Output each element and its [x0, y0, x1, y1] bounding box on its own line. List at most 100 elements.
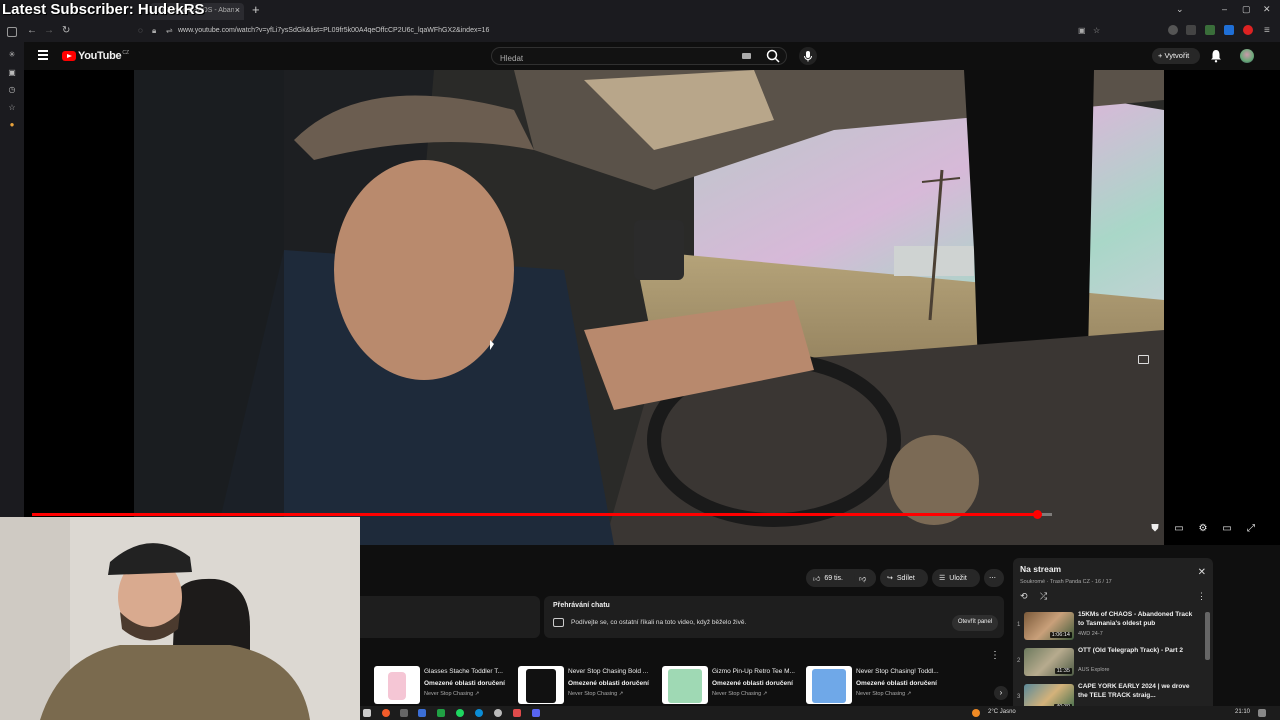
- microphone-icon[interactable]: [799, 47, 817, 65]
- maximize-icon[interactable]: ▢: [1242, 4, 1251, 15]
- more-actions-icon[interactable]: ⋯: [984, 569, 1004, 587]
- item-number: 3: [1017, 694, 1021, 700]
- merch-shipping: Omezené oblasti doručení: [712, 680, 793, 687]
- fullscreen-icon[interactable]: ⤢: [1244, 523, 1258, 537]
- chevron-down-icon[interactable]: ⌄: [1176, 4, 1184, 15]
- new-tab-icon[interactable]: +: [252, 2, 260, 17]
- item-thumbnail: 1:06:14: [1024, 612, 1074, 640]
- bookmark-star-icon[interactable]: ☆: [1093, 26, 1100, 35]
- reload-icon[interactable]: ↻: [62, 25, 70, 36]
- start-icon[interactable]: [363, 709, 371, 717]
- search-icon[interactable]: [765, 48, 781, 64]
- open-panel-button[interactable]: Otevřít panel: [952, 615, 998, 631]
- video-frame: [134, 70, 1164, 545]
- sponsorblock-icon[interactable]: ⛊: [1148, 523, 1162, 537]
- merch-image: [518, 666, 564, 704]
- chat-replay-description: Podívejte se, co ostatní říkali na toto …: [571, 619, 747, 626]
- webcam-image: [0, 517, 360, 720]
- miniplayer-icon[interactable]: [1138, 355, 1149, 364]
- merch-image: [374, 666, 420, 704]
- notification-icon[interactable]: [1258, 709, 1266, 717]
- youtube-logo[interactable]: YouTube CZ: [62, 50, 129, 62]
- progress-fill: [32, 513, 1037, 516]
- share-label: Sdílet: [896, 574, 915, 582]
- playlist-title: Na stream: [1020, 564, 1062, 574]
- app-taskbar-icon[interactable]: [513, 709, 521, 717]
- app-taskbar-icon[interactable]: [437, 709, 445, 717]
- settings-gear-icon[interactable]: ⚙: [1196, 523, 1210, 537]
- close-window-icon[interactable]: ✕: [1263, 4, 1271, 15]
- menu-icon[interactable]: [38, 50, 48, 60]
- discord-icon[interactable]: [532, 709, 540, 717]
- shuffle-icon[interactable]: ⤮: [1040, 591, 1047, 602]
- merch-item[interactable]: Gizmo Pin-Up Retro Tee M... Omezené obla…: [662, 666, 802, 706]
- country-code: CZ: [122, 50, 129, 56]
- extension-icon[interactable]: [1205, 25, 1215, 35]
- share-button[interactable]: ↪ Sdílet: [880, 569, 928, 587]
- notifications-bell-icon[interactable]: [1210, 49, 1222, 63]
- keyboard-icon[interactable]: [742, 53, 751, 59]
- merch-image: [662, 666, 708, 704]
- dislike-button[interactable]: 👎︎: [854, 569, 876, 587]
- create-button[interactable]: + Vytvořit: [1152, 48, 1200, 64]
- playlist-item[interactable]: 2 11:35 OTT (Old Telegraph Track) - Part…: [1013, 646, 1209, 680]
- item-title: 15KMs of CHAOS - Abandoned Track to Tasm…: [1078, 611, 1193, 627]
- loop-icon[interactable]: ⟲: [1020, 591, 1028, 602]
- sidebar-bookmarks-icon[interactable]: ☆: [7, 103, 17, 113]
- merch-next-icon[interactable]: ›: [994, 686, 1008, 700]
- site-settings-icon[interactable]: ⇌: [166, 26, 173, 35]
- playlist-more-icon[interactable]: ⋮: [1197, 591, 1206, 602]
- sidebar-app-icon[interactable]: ●: [7, 120, 17, 130]
- item-channel: AUS Explore: [1078, 667, 1110, 673]
- playlist-item[interactable]: 1 1:06:14 15KMs of CHAOS - Abandoned Tra…: [1013, 610, 1209, 644]
- url-text[interactable]: www.youtube.com/watch?v=yfLi7ysSdGk&list…: [178, 27, 489, 34]
- chat-replay-panel: Přehrávání chatu Podívejte se, co ostatn…: [544, 596, 1004, 638]
- theater-mode-icon[interactable]: ▭: [1220, 523, 1234, 537]
- extensions-puzzle-icon[interactable]: [1186, 25, 1196, 35]
- merch-shop: Never Stop Chasing ↗: [712, 691, 768, 697]
- translate-icon[interactable]: ▣: [1078, 26, 1086, 35]
- extension-icon[interactable]: [1224, 25, 1234, 35]
- back-icon[interactable]: ←: [27, 25, 37, 36]
- save-button[interactable]: ☰ Uložit: [932, 569, 980, 587]
- shield-icon[interactable]: ◌: [138, 26, 143, 35]
- merch-item[interactable]: Never Stop Chasing Bold ... Omezené obla…: [518, 666, 658, 706]
- item-channel: 4WD 24-7: [1078, 631, 1103, 637]
- app-taskbar-icon[interactable]: [494, 709, 502, 717]
- merch-title: Never Stop Chasing! Toddl...: [856, 668, 939, 675]
- tab-close-icon[interactable]: ×: [235, 5, 240, 15]
- app-taskbar-icon[interactable]: [400, 709, 408, 717]
- app-taskbar-icon[interactable]: [418, 709, 426, 717]
- app-taskbar-icon[interactable]: [475, 709, 483, 717]
- sidebar-wallet-icon[interactable]: ▣: [7, 68, 17, 78]
- mouse-cursor-icon: [490, 340, 494, 350]
- playlist-scrollbar[interactable]: [1205, 612, 1210, 660]
- webcam-overlay: [0, 517, 360, 720]
- weather-icon: [972, 709, 980, 717]
- video-player[interactable]: [24, 70, 1280, 545]
- close-icon[interactable]: ✕: [1198, 567, 1206, 578]
- browser-taskbar-icon[interactable]: [382, 709, 390, 717]
- description-panel[interactable]: [360, 596, 540, 638]
- search-input[interactable]: [492, 50, 732, 63]
- subtitles-icon[interactable]: ▭: [1172, 523, 1186, 537]
- spotify-icon[interactable]: [456, 709, 464, 717]
- merch-item[interactable]: Never Stop Chasing! Toddl... Omezené obl…: [806, 666, 946, 706]
- sidebar-history-icon[interactable]: ◷: [7, 85, 17, 95]
- sidebar-toggle-icon[interactable]: [7, 27, 17, 37]
- progress-bar[interactable]: [32, 510, 1052, 519]
- create-label: Vytvořit: [1164, 51, 1190, 60]
- minimize-icon[interactable]: –: [1222, 4, 1227, 14]
- extension-icon[interactable]: [1168, 25, 1178, 35]
- merch-item[interactable]: Glasses Stache Toddler T... Omezené obla…: [374, 666, 514, 706]
- merch-more-icon[interactable]: ⋮: [990, 650, 1000, 661]
- scrubber-handle[interactable]: [1032, 510, 1042, 519]
- sidebar-ai-icon[interactable]: ✳: [7, 50, 17, 60]
- browser-menu-icon[interactable]: ≡: [1264, 25, 1270, 36]
- merch-shop: Never Stop Chasing ↗: [424, 691, 480, 697]
- account-avatar[interactable]: [1240, 49, 1254, 63]
- forward-icon[interactable]: →: [44, 25, 54, 36]
- extension-icon[interactable]: [1243, 25, 1253, 35]
- merch-title: Never Stop Chasing Bold ...: [568, 668, 649, 675]
- lock-icon[interactable]: 🔒︎: [152, 26, 156, 36]
